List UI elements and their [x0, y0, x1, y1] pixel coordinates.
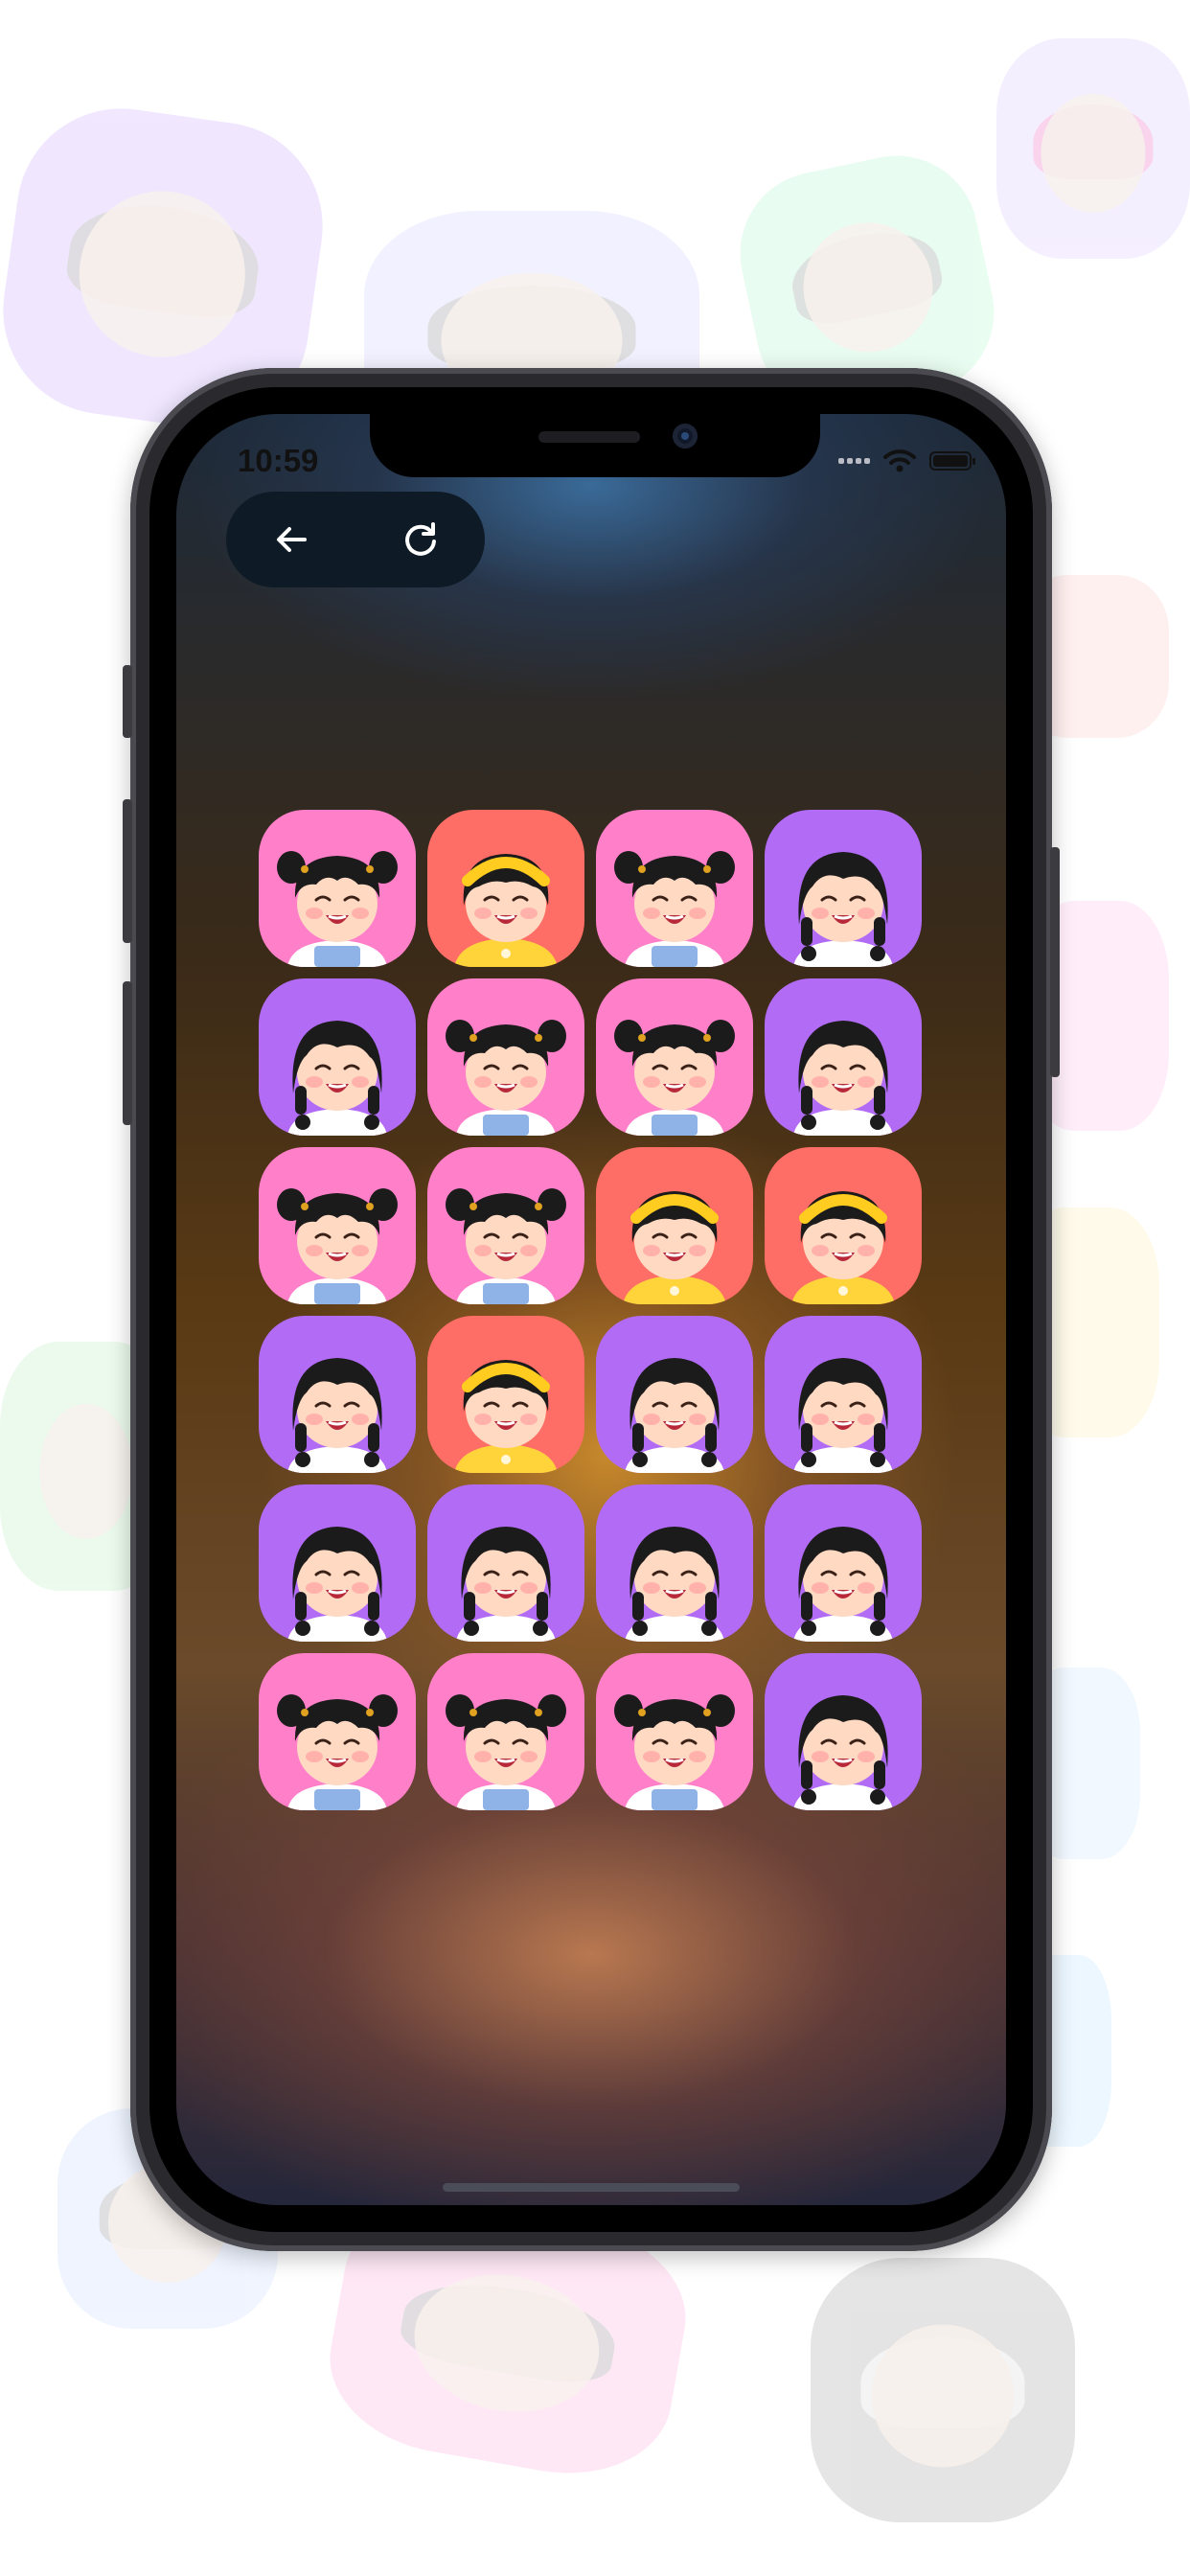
avatar-illustration	[277, 1188, 398, 1304]
camera-icon	[673, 424, 698, 448]
signal-icon	[838, 458, 870, 464]
avatar-card-pigtails-pink[interactable]	[259, 1653, 416, 1810]
phone-side-button	[123, 799, 132, 943]
avatar-card-headband-coral[interactable]	[427, 1316, 584, 1473]
game-controls	[226, 492, 485, 587]
avatar-card-pigtails-pink[interactable]	[596, 810, 753, 967]
phone-side-button	[1050, 847, 1060, 1077]
avatar-illustration	[446, 1020, 566, 1136]
back-button[interactable]	[263, 511, 320, 568]
avatar-card-headband-coral[interactable]	[765, 1147, 922, 1304]
bg-avatar-tile	[811, 2258, 1075, 2522]
avatar-card-braids-purple[interactable]	[596, 1484, 753, 1642]
avatar-illustration	[625, 1358, 724, 1473]
wifi-icon	[883, 449, 916, 472]
avatar-card-braids-purple[interactable]	[765, 810, 922, 967]
avatar-card-braids-purple[interactable]	[765, 1316, 922, 1473]
avatar-card-braids-purple[interactable]	[259, 978, 416, 1136]
avatar-illustration	[793, 1527, 893, 1642]
avatar-card-braids-purple[interactable]	[427, 1484, 584, 1642]
avatar-illustration	[277, 851, 398, 967]
avatar-illustration	[446, 1694, 566, 1810]
avatar-illustration	[287, 1358, 387, 1473]
avatar-card-pigtails-pink[interactable]	[596, 1653, 753, 1810]
avatar-card-braids-purple[interactable]	[596, 1316, 753, 1473]
avatar-illustration	[793, 852, 893, 967]
phone-side-button	[123, 981, 132, 1125]
avatar-card-pigtails-pink[interactable]	[259, 1147, 416, 1304]
memory-card-grid	[259, 810, 922, 1810]
phone-side-button	[123, 665, 132, 738]
avatar-card-braids-purple[interactable]	[259, 1484, 416, 1642]
avatar-illustration	[287, 1021, 387, 1136]
avatar-card-pigtails-pink[interactable]	[427, 1653, 584, 1810]
avatar-card-pigtails-pink[interactable]	[427, 1147, 584, 1304]
avatar-card-pigtails-pink[interactable]	[427, 978, 584, 1136]
avatar-illustration	[623, 1191, 726, 1304]
status-icons	[838, 448, 975, 473]
avatar-illustration	[614, 851, 735, 967]
avatar-illustration	[456, 1527, 556, 1642]
bg-avatar-tile	[996, 38, 1190, 259]
avatar-illustration	[287, 1527, 387, 1642]
avatar-illustration	[454, 1360, 558, 1473]
avatar-card-braids-purple[interactable]	[259, 1316, 416, 1473]
status-time: 10:59	[238, 443, 319, 478]
avatar-card-pigtails-pink[interactable]	[596, 978, 753, 1136]
avatar-card-braids-purple[interactable]	[765, 1653, 922, 1810]
avatar-card-headband-coral[interactable]	[427, 810, 584, 967]
avatar-illustration	[793, 1021, 893, 1136]
arrow-left-icon	[276, 527, 307, 552]
avatar-illustration	[277, 1694, 398, 1810]
avatar-card-headband-coral[interactable]	[596, 1147, 753, 1304]
phone-notch	[370, 412, 820, 477]
avatar-illustration	[446, 1188, 566, 1304]
avatar-illustration	[454, 854, 558, 967]
restart-button[interactable]	[392, 511, 449, 568]
avatar-card-pigtails-pink[interactable]	[259, 810, 416, 967]
avatar-card-braids-purple[interactable]	[765, 978, 922, 1136]
avatar-card-braids-purple[interactable]	[765, 1484, 922, 1642]
battery-icon	[929, 451, 975, 471]
avatar-illustration	[625, 1527, 724, 1642]
avatar-illustration	[614, 1694, 735, 1810]
avatar-illustration	[791, 1191, 895, 1304]
avatar-illustration	[793, 1358, 893, 1473]
avatar-illustration	[793, 1695, 893, 1810]
earpiece	[538, 431, 640, 443]
avatar-illustration	[614, 1020, 735, 1136]
home-indicator	[443, 2183, 740, 2192]
refresh-icon	[404, 522, 436, 556]
